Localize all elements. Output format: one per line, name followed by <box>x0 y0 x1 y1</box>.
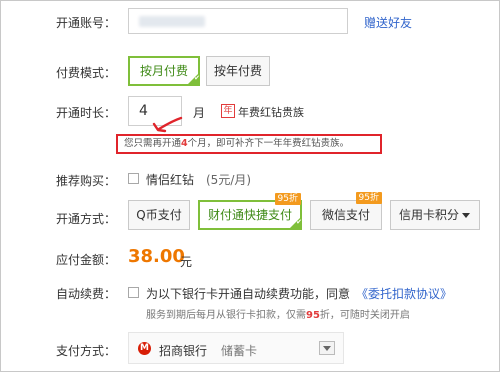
auto-renew-checkbox[interactable] <box>128 287 139 298</box>
agreement-link[interactable]: 《委托扣款协议》 <box>356 285 452 302</box>
notice-count: 4 <box>181 138 188 149</box>
notice-suffix: 个月，即可补齐下一年年费红钻贵族。 <box>187 138 350 149</box>
pay-mode-label: 付费模式： <box>56 66 117 80</box>
qcoin-pay-button[interactable]: Q币支付 <box>128 200 190 230</box>
credit-card-points-label: 信用卡积分 <box>399 208 460 222</box>
duration-unit: 月 <box>193 106 206 120</box>
qcoin-pay-label: Q币支付 <box>136 208 182 222</box>
discount-tag: 95折 <box>355 192 382 204</box>
couple-red-diamond-price: (5元/月) <box>206 173 252 187</box>
auto-renew-note-suffix: 折，可随时关闭开启 <box>319 310 410 321</box>
year-vip-text: 年费红钻贵族 <box>238 106 304 119</box>
account-value-blurred <box>139 16 205 27</box>
card-type: 储蓄卡 <box>221 344 258 358</box>
wechat-pay-label: 微信支付 <box>321 208 370 222</box>
monthly-pay-button[interactable]: 按月付费 <box>128 56 200 86</box>
payment-method-label: 开通方式： <box>56 212 117 226</box>
duration-label: 开通时长： <box>56 106 117 120</box>
bank-name: 招商银行 <box>159 344 208 358</box>
notice-prefix: 您只需再开通 <box>124 138 182 149</box>
recommend-label: 推荐购买： <box>56 174 117 188</box>
account-input[interactable] <box>128 8 348 34</box>
credit-card-points-dropdown[interactable]: 信用卡积分 <box>390 200 480 230</box>
tenpay-quick-pay-label: 财付通快捷支付 <box>207 208 292 222</box>
auto-renew-note: 服务到期后每月从银行卡扣款，仅需95折，可随时关闭开启 <box>146 306 410 321</box>
dropdown-arrow-icon[interactable] <box>319 341 335 355</box>
auto-renew-label: 自动续费： <box>56 287 117 301</box>
auto-renew-text: 为以下银行卡开通自动续费功能，同意 <box>146 287 351 301</box>
pay-method-label: 支付方式： <box>56 344 117 358</box>
red-arrow-annotation-icon <box>152 116 183 133</box>
amount-value: 38.00 <box>128 246 185 267</box>
duration-value: 4 <box>139 103 148 119</box>
duration-notice: 您只需再开通4个月，即可补齐下一年年费红钻贵族。 <box>116 134 382 154</box>
amount-label: 应付金额： <box>56 253 117 267</box>
account-label: 开通账号： <box>56 16 117 30</box>
auto-renew-note-prefix: 服务到期后每月从银行卡扣款，仅需 <box>146 310 306 321</box>
yearly-pay-button[interactable]: 按年付费 <box>206 56 270 86</box>
discount-tag: 95折 <box>274 193 301 205</box>
couple-red-diamond-label: 情侣红钻 <box>146 173 195 187</box>
year-badge-icon: 年 <box>221 104 235 118</box>
monthly-pay-label: 按月付费 <box>139 64 188 78</box>
auto-renew-note-discount: 95 <box>306 310 320 321</box>
yearly-pay-label: 按年付费 <box>213 64 262 78</box>
wechat-pay-button[interactable]: 微信支付 95折 <box>310 192 382 230</box>
selected-check-icon <box>289 217 302 229</box>
cmb-bank-logo-icon <box>138 342 151 355</box>
couple-red-diamond-checkbox[interactable] <box>128 173 139 184</box>
gift-friend-link[interactable]: 赠送好友 <box>364 14 412 31</box>
selected-check-icon <box>187 73 200 85</box>
tenpay-quick-pay-button[interactable]: 财付通快捷支付 95折 <box>198 193 302 230</box>
amount-unit: 元 <box>180 255 193 269</box>
chevron-down-icon <box>462 213 470 218</box>
bank-card-select[interactable]: 招商银行 储蓄卡 <box>128 332 344 364</box>
